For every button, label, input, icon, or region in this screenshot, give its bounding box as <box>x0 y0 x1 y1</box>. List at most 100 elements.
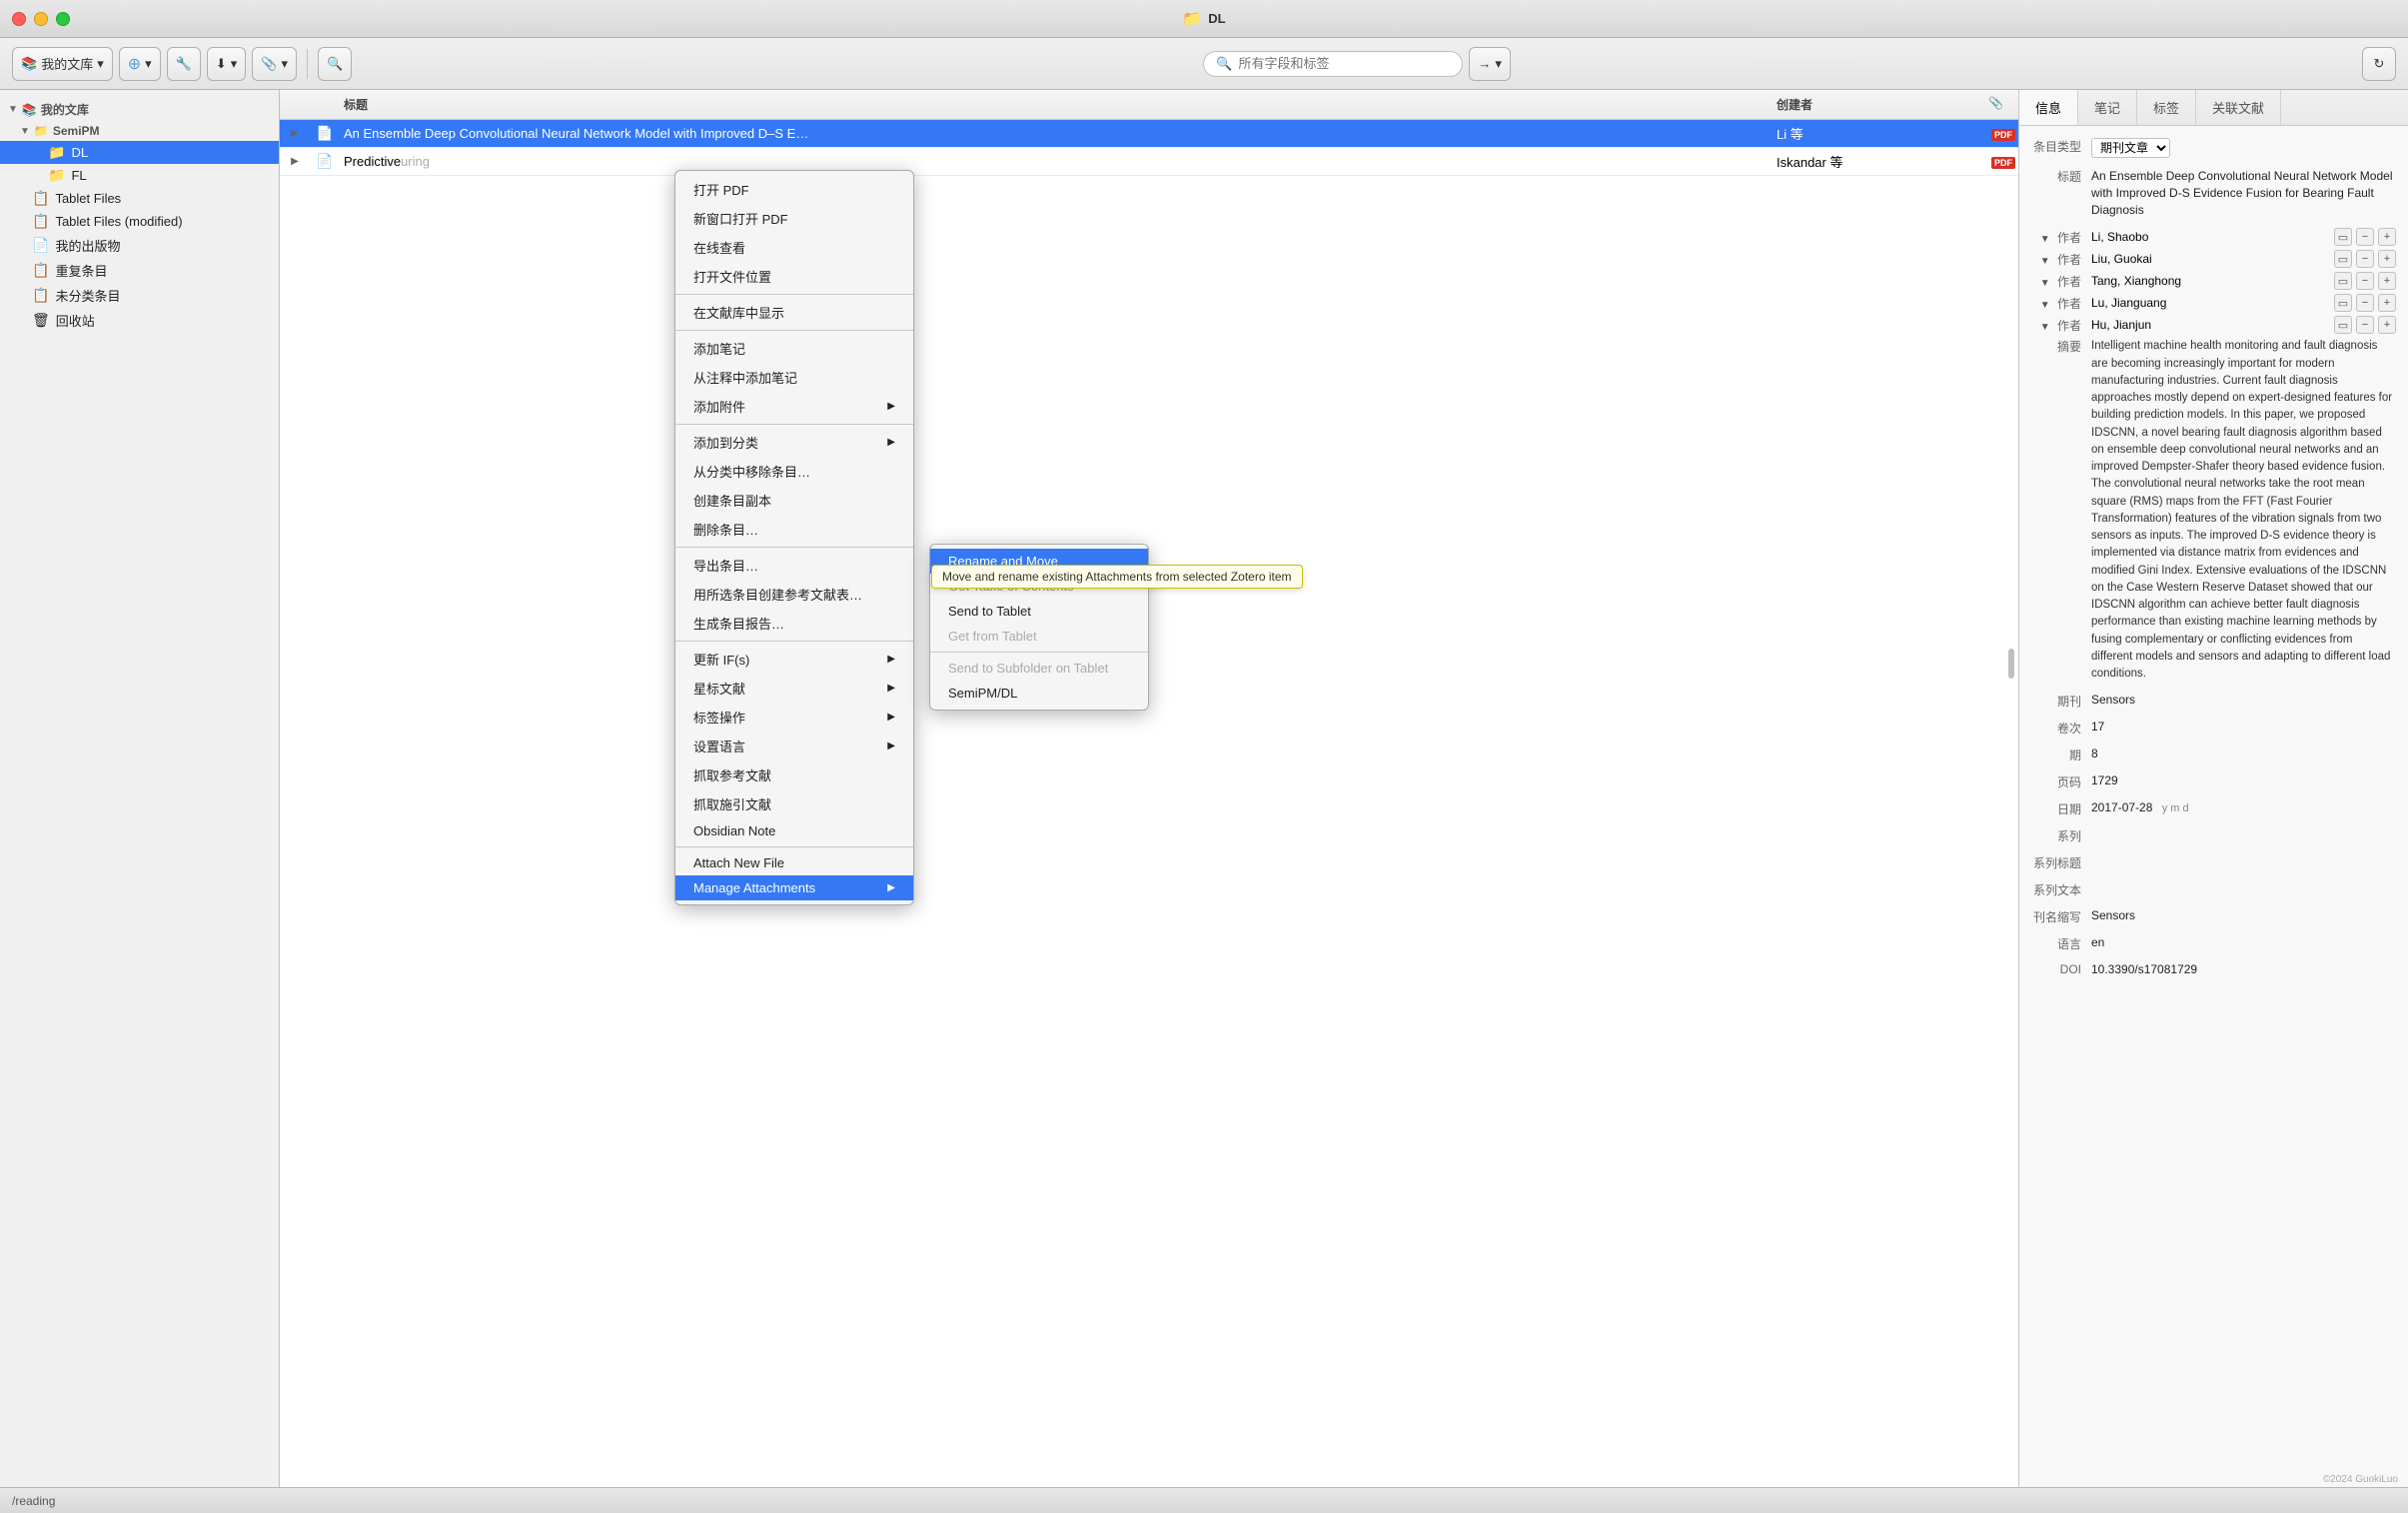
sidebar-item-my-pubs[interactable]: 📄 我的出版物 <box>0 233 279 258</box>
sidebar-item-unsorted[interactable]: 📋 未分类条目 <box>0 283 279 308</box>
menu-item-add-note-from-annot[interactable]: 从注释中添加笔记 <box>675 363 913 392</box>
table-row[interactable]: ▶ 📄 Predictiveuring Iskandar 等 PDF <box>280 148 2018 176</box>
author-add-1[interactable]: + <box>2378 228 2396 246</box>
sync-button[interactable]: ⬇ ▾ <box>207 47 246 81</box>
tab-info[interactable]: 信息 <box>2019 90 2078 125</box>
journal-abbr-value[interactable]: Sensors <box>2091 908 2396 925</box>
search-bar[interactable]: 🔍 <box>1203 51 1463 77</box>
menu-item-show-in-library[interactable]: 在文献库中显示 <box>675 298 913 327</box>
sidebar-semipm[interactable]: ▼ 📁 SemiPM <box>0 121 279 141</box>
maximize-button[interactable] <box>56 12 70 26</box>
author-move-up-3[interactable]: ▭ <box>2334 272 2352 290</box>
author-remove-1[interactable]: − <box>2356 228 2374 246</box>
menu-item-attach-new-file[interactable]: Attach New File <box>675 850 913 875</box>
search-toggle-button[interactable]: 🔍 <box>318 47 352 81</box>
volume-value[interactable]: 17 <box>2091 720 2396 737</box>
menu-item-manage-attachments[interactable]: Manage Attachments ▶ <box>675 875 913 900</box>
menu-item-add-to-collection[interactable]: 添加到分类 ▶ <box>675 428 913 457</box>
menu-item-fetch-refs[interactable]: 抓取参考文献 <box>675 760 913 789</box>
item-type-value[interactable]: 期刊文章 <box>2091 138 2396 158</box>
author-value-2[interactable]: Liu, Guokai <box>2091 252 2326 266</box>
menu-item-open-location[interactable]: 打开文件位置 <box>675 262 913 291</box>
journal-value[interactable]: Sensors <box>2091 693 2396 710</box>
series-value[interactable] <box>2091 827 2396 844</box>
menu-item-gen-report[interactable]: 生成条目报告… <box>675 609 913 638</box>
menu-item-update-if[interactable]: 更新 IF(s) ▶ <box>675 645 913 674</box>
tab-related[interactable]: 关联文献 <box>2196 90 2281 125</box>
tools-button[interactable]: 🔧 <box>167 47 201 81</box>
menu-item-star-lit[interactable]: 星标文献 ▶ <box>675 674 913 703</box>
library-button[interactable]: 📚 我的文库 ▾ <box>12 47 113 81</box>
item-type-select[interactable]: 期刊文章 <box>2091 138 2170 158</box>
navigate-button[interactable]: → ▾ <box>1469 47 1511 81</box>
sidebar-item-duplicates[interactable]: 📋 重复条目 <box>0 258 279 283</box>
sidebar-item-fl[interactable]: 📁 FL <box>0 164 279 187</box>
menu-item-set-lang[interactable]: 设置语言 ▶ <box>675 732 913 760</box>
status-path: /reading <box>12 1494 55 1508</box>
language-value[interactable]: en <box>2091 935 2396 952</box>
tab-tags[interactable]: 标签 <box>2137 90 2196 125</box>
series-text-label: 系列文本 <box>2031 881 2091 898</box>
author-add-3[interactable]: + <box>2378 272 2396 290</box>
minimize-button[interactable] <box>34 12 48 26</box>
menu-item-view-online[interactable]: 在线查看 <box>675 233 913 262</box>
expand-icon-row2[interactable]: ▶ <box>280 156 310 167</box>
col-creator-header[interactable]: 创建者 <box>1769 96 1988 113</box>
menu-item-subfolder-path[interactable]: SemiPM/DL <box>930 681 1148 706</box>
menu-item-delete-item[interactable]: 删除条目… <box>675 515 913 544</box>
menu-item-add-note[interactable]: 添加笔记 <box>675 334 913 363</box>
table-row[interactable]: ▶ 📄 An Ensemble Deep Convolutional Neura… <box>280 120 2018 148</box>
author-value-5[interactable]: Hu, Jianjun <box>2091 318 2326 332</box>
search-input[interactable] <box>1239 56 1451 71</box>
author-remove-4[interactable]: − <box>2356 294 2374 312</box>
author-value-1[interactable]: Li, Shaobo <box>2091 230 2326 244</box>
menu-item-create-bib[interactable]: 用所选条目创建参考文献表… <box>675 580 913 609</box>
author-remove-3[interactable]: − <box>2356 272 2374 290</box>
pages-value[interactable]: 1729 <box>2091 773 2396 790</box>
sidebar-my-library[interactable]: ▼ 📚 我的文库 <box>0 98 279 121</box>
menu-item-send-subfolder[interactable]: Send to Subfolder on Tablet <box>930 656 1148 681</box>
close-button[interactable] <box>12 12 26 26</box>
menu-item-dup-item[interactable]: 创建条目副本 <box>675 486 913 515</box>
menu-item-remove-from-collection[interactable]: 从分类中移除条目… <box>675 457 913 486</box>
refresh-button[interactable]: ↻ <box>2362 47 2396 81</box>
issue-value[interactable]: 8 <box>2091 747 2396 763</box>
menu-item-fetch-cite[interactable]: 抓取施引文献 <box>675 789 913 818</box>
author-value-4[interactable]: Lu, Jianguang <box>2091 296 2326 310</box>
author-move-up-5[interactable]: ▭ <box>2334 316 2352 334</box>
creator-row1: Li 等 <box>1769 124 1988 143</box>
series-text-value[interactable] <box>2091 881 2396 898</box>
date-suffix: y m d <box>2162 802 2189 814</box>
abstract-value[interactable]: Intelligent machine health monitoring an… <box>2091 338 2396 683</box>
abstract-label: 摘要 <box>2031 338 2091 683</box>
author-remove-2[interactable]: − <box>2356 250 2374 268</box>
attach-button[interactable]: 📎 ▾ <box>252 47 297 81</box>
author-move-up-1[interactable]: ▭ <box>2334 228 2352 246</box>
menu-item-export-item[interactable]: 导出条目… <box>675 551 913 580</box>
author-remove-5[interactable]: − <box>2356 316 2374 334</box>
sidebar-item-dl[interactable]: 📁 DL <box>0 141 279 164</box>
menu-item-send-to-tablet[interactable]: Send to Tablet <box>930 599 1148 624</box>
author-value-3[interactable]: Tang, Xianghong <box>2091 274 2326 288</box>
author-move-up-2[interactable]: ▭ <box>2334 250 2352 268</box>
col-title-header[interactable]: 标题 <box>340 96 1769 113</box>
menu-item-add-attach[interactable]: 添加附件 ▶ <box>675 392 913 421</box>
author-move-up-4[interactable]: ▭ <box>2334 294 2352 312</box>
series-title-value[interactable] <box>2091 854 2396 871</box>
author-add-5[interactable]: + <box>2378 316 2396 334</box>
menu-item-tag-ops[interactable]: 标签操作 ▶ <box>675 703 913 732</box>
new-item-button[interactable]: ⊕ ▾ <box>119 47 161 81</box>
author-add-4[interactable]: + <box>2378 294 2396 312</box>
sidebar-item-trash[interactable]: 🗑 回收站 <box>0 308 279 333</box>
author-add-2[interactable]: + <box>2378 250 2396 268</box>
menu-item-obsidian-note[interactable]: Obsidian Note <box>675 818 913 843</box>
menu-item-open-pdf[interactable]: 打开 PDF <box>675 175 913 204</box>
menu-item-open-pdf-new[interactable]: 新窗口打开 PDF <box>675 204 913 233</box>
sidebar-item-tablet-files[interactable]: 📋 Tablet Files <box>0 187 279 210</box>
sidebar-item-tablet-files-mod[interactable]: 📋 Tablet Files (modified) <box>0 210 279 233</box>
menu-item-get-from-tablet[interactable]: Get from Tablet <box>930 624 1148 649</box>
title-value[interactable]: An Ensemble Deep Convolutional Neural Ne… <box>2091 168 2396 218</box>
doi-value[interactable]: 10.3390/s17081729 <box>2091 962 2396 976</box>
tab-notes[interactable]: 笔记 <box>2078 90 2137 125</box>
expand-icon-row1[interactable]: ▶ <box>280 128 310 139</box>
